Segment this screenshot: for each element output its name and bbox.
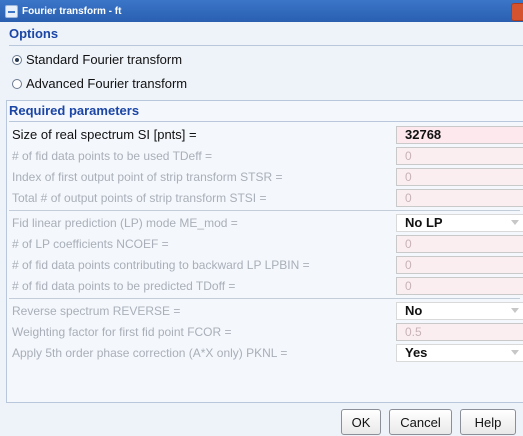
- stsi-input[interactable]: 0: [396, 188, 523, 207]
- window-title: Fourier transform - ft: [22, 5, 122, 17]
- param-label-pknl: Apply 5th order phase correction (A*X on…: [12, 345, 288, 360]
- chevron-down-icon: [511, 349, 519, 355]
- cancel-button[interactable]: Cancel: [389, 409, 452, 435]
- row-divider: [9, 210, 520, 211]
- reverse-select[interactable]: No: [396, 301, 523, 320]
- lpbin-input[interactable]: 0: [396, 255, 523, 274]
- radio-selected-icon: [12, 54, 22, 65]
- title-bar: Fourier transform - ft: [0, 0, 523, 22]
- close-icon[interactable]: [511, 3, 523, 21]
- radio-advanced-ft[interactable]: Advanced Fourier transform: [12, 76, 187, 91]
- param-label-me-mod: Fid linear prediction (LP) mode ME_mod =: [12, 215, 238, 230]
- param-label-tdoff: # of fid data points to be predicted TDo…: [12, 278, 236, 293]
- options-divider: [9, 45, 523, 46]
- fcor-input[interactable]: 0.5: [396, 322, 523, 341]
- param-label-reverse: Reverse spectrum REVERSE =: [12, 303, 181, 318]
- si-input[interactable]: 32768: [396, 125, 523, 144]
- param-row-stsr: Index of first output point of strip tra…: [12, 167, 523, 186]
- help-button[interactable]: Help: [460, 409, 516, 435]
- tdeff-input[interactable]: 0: [396, 146, 523, 165]
- stsr-input[interactable]: 0: [396, 167, 523, 186]
- param-row-me-mod: Fid linear prediction (LP) mode ME_mod =…: [12, 213, 523, 232]
- row-divider: [9, 298, 520, 299]
- options-header: Options: [9, 26, 59, 41]
- radio-standard-ft[interactable]: Standard Fourier transform: [12, 52, 182, 67]
- ok-button[interactable]: OK: [341, 409, 381, 435]
- param-row-ncoef: # of LP coefficients NCOEF = 0: [12, 234, 523, 253]
- param-row-tdoff: # of fid data points to be predicted TDo…: [12, 276, 523, 295]
- ncoef-input[interactable]: 0: [396, 234, 523, 253]
- param-label-ncoef: # of LP coefficients NCOEF =: [12, 236, 169, 251]
- param-row-si: Size of real spectrum SI [pnts] = 32768: [12, 125, 523, 144]
- app-icon: [5, 4, 18, 18]
- tdoff-input[interactable]: 0: [396, 276, 523, 295]
- param-label-fcor: Weighting factor for first fid point FCO…: [12, 324, 232, 339]
- radio-standard-ft-label: Standard Fourier transform: [26, 52, 183, 67]
- required-parameters-divider: [9, 121, 523, 122]
- required-parameters-header: Required parameters: [9, 103, 140, 118]
- param-label-si: Size of real spectrum SI [pnts] =: [12, 127, 197, 142]
- radio-advanced-ft-label: Advanced Fourier transform: [26, 76, 188, 91]
- me-mod-select[interactable]: No LP: [396, 213, 523, 232]
- param-row-reverse: Reverse spectrum REVERSE = No: [12, 301, 523, 320]
- param-label-lpbin: # of fid data points contributing to bac…: [12, 257, 310, 272]
- radio-unselected-icon: [12, 78, 22, 89]
- pknl-select[interactable]: Yes: [396, 343, 523, 362]
- param-row-stsi: Total # of output points of strip transf…: [12, 188, 523, 207]
- param-label-stsi: Total # of output points of strip transf…: [12, 190, 267, 205]
- param-label-tdeff: # of fid data points to be used TDeff =: [12, 148, 213, 163]
- chevron-down-icon: [511, 307, 519, 313]
- param-row-lpbin: # of fid data points contributing to bac…: [12, 255, 523, 274]
- me-mod-select-value: No LP: [405, 215, 443, 230]
- pknl-select-value: Yes: [405, 345, 428, 360]
- param-label-stsr: Index of first output point of strip tra…: [12, 169, 283, 184]
- reverse-select-value: No: [405, 303, 423, 318]
- param-row-pknl: Apply 5th order phase correction (A*X on…: [12, 343, 523, 362]
- chevron-down-icon: [511, 219, 519, 225]
- dialog-body: Options Standard Fourier transform Advan…: [0, 22, 523, 436]
- param-row-tdeff: # of fid data points to be used TDeff = …: [12, 146, 523, 165]
- param-row-fcor: Weighting factor for first fid point FCO…: [12, 322, 523, 341]
